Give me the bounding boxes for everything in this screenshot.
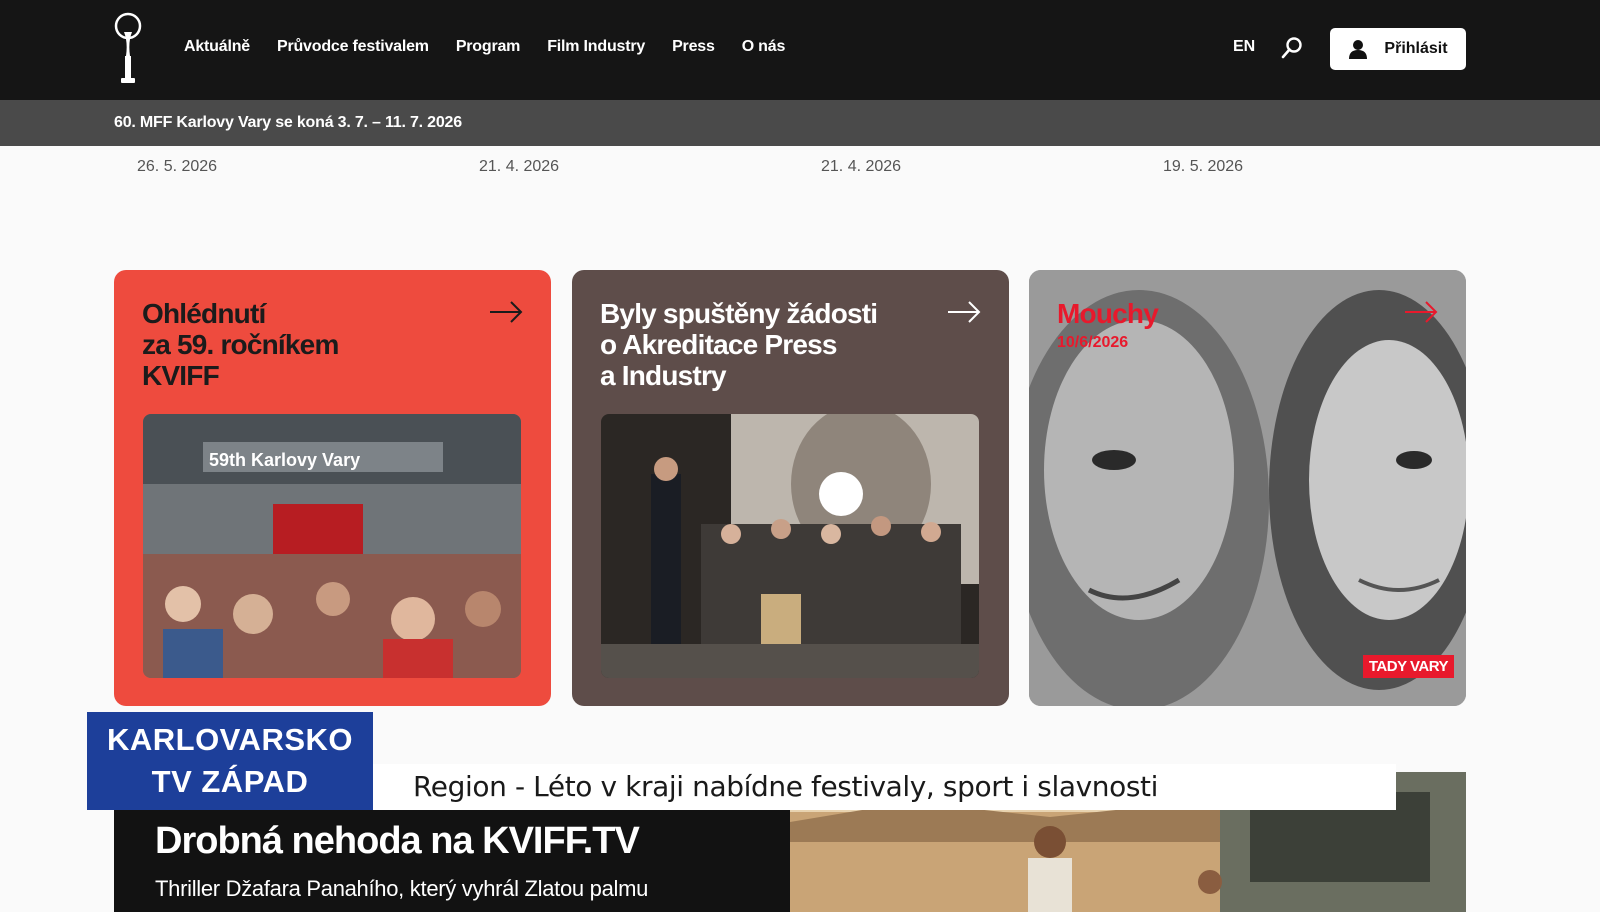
nav-pruvodce[interactable]: Průvodce festivalem [277, 38, 429, 56]
card-title: Mouchy [1057, 298, 1159, 329]
nav-program[interactable]: Program [456, 38, 521, 56]
announcement-text: 60. MFF Karlovy Vary se koná 3. 7. – 11.… [114, 114, 462, 131]
login-label: Přihlásit [1384, 40, 1448, 57]
card-photo-press [601, 414, 979, 678]
featured-subtitle: Thriller Džafara Panahího, který vyhrál … [155, 876, 649, 901]
card-title: Ohlédnutí za 59. ročníkem KVIFF [142, 298, 339, 391]
language-switch[interactable]: EN [1233, 38, 1255, 56]
arrow-right-icon[interactable] [489, 300, 523, 324]
card-date: 10/6/2026 [1057, 334, 1129, 351]
news-date: 21. 4. 2026 [821, 158, 902, 175]
nav-film-industry[interactable]: Film Industry [547, 38, 645, 56]
tv-zapad-logo: KARLOVARSKO TV ZÁPAD [87, 712, 373, 810]
top-navbar: Aktuálně Průvodce festivalem Program Fil… [0, 0, 1600, 100]
login-button[interactable]: Přihlásit [1330, 28, 1466, 70]
news-card-akreditace[interactable]: Byly spuštěny žádosti o Akreditace Press… [572, 270, 1009, 706]
arrow-right-icon[interactable] [947, 300, 981, 324]
card-photo-red-carpet: 59th Karlovy Vary [143, 414, 521, 678]
card-title: Byly spuštěny žádosti o Akreditace Press… [600, 298, 878, 391]
featured-title: Drobná nehoda na KVIFF.TV [155, 820, 640, 862]
user-icon [1349, 40, 1368, 59]
kviff-logo-icon[interactable] [110, 12, 146, 86]
news-card-mouchy[interactable]: Mouchy 10/6/2026 TADY VARY [1029, 270, 1466, 706]
nav-press[interactable]: Press [672, 38, 715, 56]
tady-vary-badge: TADY VARY [1362, 655, 1454, 678]
news-date: 21. 4. 2026 [479, 158, 560, 175]
announcement-bar: 60. MFF Karlovy Vary se koná 3. 7. – 11.… [0, 100, 1600, 146]
photo-banner-text: 59th Karlovy Vary [209, 450, 360, 470]
news-date: 26. 5. 2026 [137, 158, 218, 175]
news-date: 19. 5. 2026 [1163, 158, 1244, 175]
tv-headline: Region - Léto v kraji nabídne festivaly,… [413, 770, 1159, 803]
nav-aktualne[interactable]: Aktuálně [184, 38, 250, 56]
search-icon[interactable] [1280, 36, 1304, 60]
arrow-right-icon[interactable] [1404, 300, 1438, 324]
news-card-ohlednuti[interactable]: Ohlédnutí za 59. ročníkem KVIFF 59th Kar… [114, 270, 551, 706]
main-nav: Aktuálně Průvodce festivalem Program Fil… [184, 38, 785, 56]
tv-headline-strip: Region - Léto v kraji nabídne festivaly,… [373, 764, 1396, 810]
nav-o-nas[interactable]: O nás [742, 38, 786, 56]
